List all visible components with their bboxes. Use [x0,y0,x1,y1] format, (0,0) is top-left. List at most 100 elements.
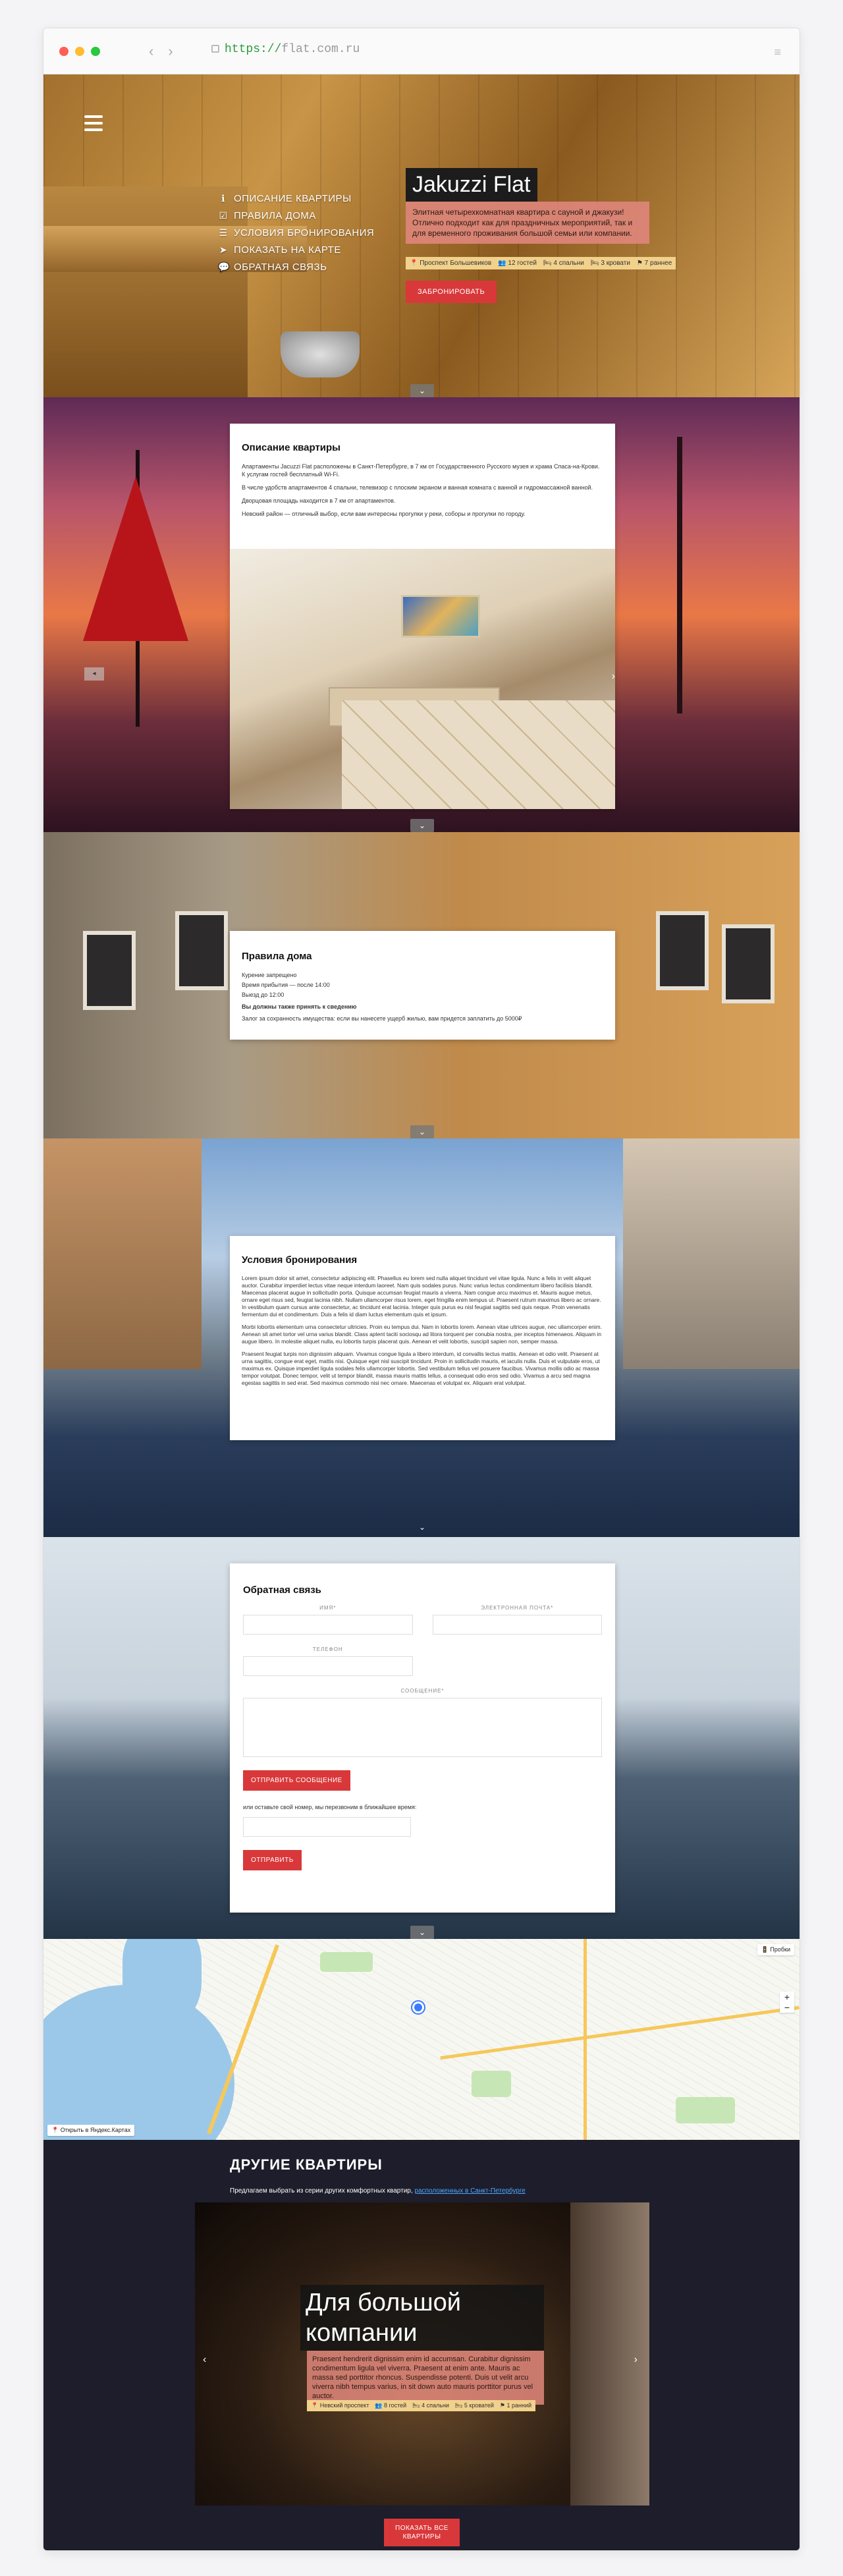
traffic-label: Пробки [770,1946,790,1953]
spire-image [677,437,682,714]
callback-phone-field[interactable] [243,1817,411,1837]
apartments-link[interactable]: расположенных в Санкт-Петербурге [414,2187,525,2195]
feature-location: 📍 Проспект Большевиков [410,260,492,267]
nav-item-rules[interactable]: ☑ ПРАВИЛА ДОМА [218,210,374,221]
name-label: ИМЯ* [319,1605,337,1611]
park-shape [676,2097,735,2123]
contact-phone-row: ТЕЛЕФОН [243,1646,602,1676]
minimize-window-button[interactable] [75,47,84,56]
zoom-out-icon[interactable]: − [780,2002,794,2013]
carousel-next-icon[interactable]: › [634,2354,638,2366]
address-bar[interactable]: https://flat.com.ru [211,43,360,56]
rules-line: Выезд до 12:00 [242,992,285,998]
nav-item-booking[interactable]: ☰ УСЛОВИЯ БРОНИРОВАНИЯ [218,227,374,238]
nav-item-contact[interactable]: 💬 ОБРАТНАЯ СВЯЗЬ [218,262,374,273]
contact-title: Обратная связь [243,1584,321,1596]
rules-section: Правила дома Курение запрещено Время при… [43,832,800,1138]
browser-menu-icon[interactable]: ≡ [774,45,781,59]
window-image [83,931,136,1010]
feature-checkin-label: 7 раннее [644,260,672,267]
phone-label: ТЕЛЕФОН [312,1646,343,1652]
scroll-down-icon[interactable]: ⌄ [410,1926,434,1939]
nav-label: ОПИСАНИЕ КВАРТИРЫ [234,193,352,204]
feature-beds-label: 3 кровати [601,260,630,267]
booking-title: Условия бронирования [242,1254,358,1266]
nav-item-map[interactable]: ➤ ПОКАЗАТЬ НА КАРТЕ [218,244,374,256]
feature-guests: 👥 8 гостей [375,2402,407,2409]
phone-field[interactable] [243,1656,413,1676]
traffic-toggle[interactable]: 🚦 Пробки [757,1944,794,1955]
river-shape [122,1939,202,2025]
name-field[interactable] [243,1615,413,1635]
map-section[interactable]: 🚦 Пробки + − 📍 Открыть в Яндекс.Картах [43,1939,800,2140]
submit-wrap: ОТПРАВИТЬ СООБЩЕНИЕ [243,1770,602,1791]
rules-card: Правила дома Курение запрещено Время при… [230,931,615,1040]
rules-title: Правила дома [242,951,312,962]
contact-name-email-row: ИМЯ* ЭЛЕКТРОННАЯ ПОЧТА* [243,1605,602,1635]
photo-slider[interactable]: ‹ › [230,549,615,809]
sauna-bucket-image [281,331,360,378]
window-image [722,924,775,1003]
contact-section: Обратная связь ИМЯ* ЭЛЕКТРОННАЯ ПОЧТА* Т… [43,1537,800,1939]
book-button[interactable]: ЗАБРОНИРОВАТЬ [406,281,497,303]
feature-checkin: ⚑ 7 раннее [636,260,672,267]
scroll-down-icon[interactable]: ⌄ [410,384,434,397]
feature-beds: 🛏 3 кровати [590,260,630,267]
nav-item-description[interactable]: ℹ ОПИСАНИЕ КВАРТИРЫ [218,193,374,204]
feature-checkin-label: 1 ранний [506,2402,531,2409]
email-field[interactable] [432,1615,602,1635]
slider-next-icon[interactable]: › [612,671,615,683]
feature-beds-label: 5 кроватей [464,2402,494,2409]
feature-location-label: Проспект Большевиков [420,260,492,267]
open-in-yandex-maps-link[interactable]: 📍 Открыть в Яндекс.Картах [47,2125,135,2136]
callback-submit-button[interactable]: ОТПРАВИТЬ [243,1850,302,1870]
scroll-down-icon[interactable]: ⌄ [410,819,434,832]
feature-bedrooms-label: 4 спальни [553,260,584,267]
feature-checkin: ⚑ 1 ранний [499,2402,531,2409]
carousel-prev-icon[interactable]: ‹ [203,2354,206,2366]
scroll-down-icon[interactable]: ⌄ [410,1125,434,1138]
hamburger-menu-icon[interactable] [84,115,103,135]
feature-location: 📍 Невский проспект [311,2402,369,2409]
send-message-button[interactable]: ОТПРАВИТЬ СООБЩЕНИЕ [243,1770,350,1791]
rules-subheading: Вы должны также принять к сведению [242,1003,357,1010]
show-all-apartments-button[interactable]: ПОКАЗАТЬ ВСЕ КВАРТИРЫ [384,2519,460,2546]
rules-note: Залог за сохранность имущества: если вы … [242,1015,522,1022]
other-apartments-section: ДРУГИЕ КВАРТИРЫ Предлагаем выбрать из се… [43,2140,800,2550]
nav-label: ПРАВИЛА ДОМА [234,210,316,221]
feature-bedrooms-label: 4 спальни [422,2402,449,2409]
hero-features: 📍 Проспект Большевиков 👥 12 гостей 🛏 4 с… [406,257,676,269]
location-arrow-icon: ➤ [219,244,228,255]
stone-wall-image [570,2202,649,2506]
window-image [175,911,228,990]
email-label: ЭЛЕКТРОННАЯ ПОЧТА* [481,1605,554,1611]
callback-submit-wrap: ОТПРАВИТЬ [243,1850,602,1870]
window-controls [59,47,100,56]
forward-arrow-icon[interactable]: › [168,43,173,60]
hero-navigation: ℹ ОПИСАНИЕ КВАРТИРЫ ☑ ПРАВИЛА ДОМА ☰ УСЛОВИ… [218,193,374,279]
message-label: СООБЩЕНИЕ* [400,1688,445,1694]
apartment-carousel[interactable]: Для большой компании Praesent hendrerit … [195,2202,649,2506]
booking-paragraph: Praesent feugiat turpis non dignissim al… [242,1351,600,1386]
mirror-ceiling-image [342,700,615,809]
venice-painting-image [401,595,480,638]
checkbox-icon: ☑ [219,210,228,221]
callback-note: или оставьте свой номер, мы перезвоним в… [243,1804,417,1810]
maximize-window-button[interactable] [91,47,100,56]
building-image [43,1138,202,1369]
window-image [656,911,709,990]
zoom-in-icon[interactable]: + [780,1992,794,2002]
browser-toolbar: ‹ › https://flat.com.ru ≡ [43,28,800,74]
booking-card: Условия бронирования Lorem ipsum dolor s… [230,1236,615,1440]
rules-line: Курение запрещено [242,972,297,978]
road-shape [584,1939,587,2140]
back-arrow-icon[interactable]: ‹ [149,43,153,60]
park-shape [472,2071,511,2097]
location-pin-icon[interactable] [412,2002,424,2013]
message-field[interactable] [243,1698,602,1757]
description-card: Описание квартиры Апартаменты Jacuzzi Fl… [230,424,615,809]
background-prev-icon[interactable]: ◂ [84,667,104,681]
close-window-button[interactable] [59,47,68,56]
browser-window: ‹ › https://flat.com.ru ≡ ℹ ОПИСАНИЕ КВАР… [43,28,800,2551]
scroll-down-icon[interactable]: ⌄ [410,1521,434,1534]
